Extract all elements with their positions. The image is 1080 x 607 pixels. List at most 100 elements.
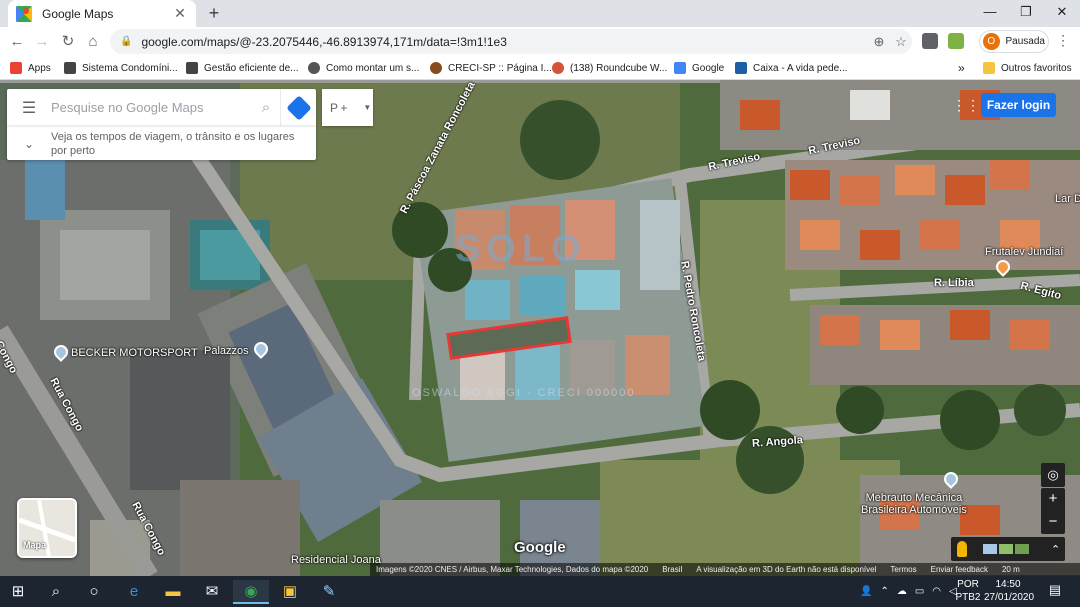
- poi-frutalev[interactable]: Frutalev Jundiaí: [985, 246, 1063, 258]
- bookmark-favicon-icon: [735, 62, 747, 74]
- close-window-button[interactable]: ✕: [1044, 0, 1080, 27]
- bookmark-favicon-icon: [308, 62, 320, 74]
- bookmark-other-folder[interactable]: Outros favoritos: [983, 59, 1072, 77]
- chevron-down-icon[interactable]: ⌄: [7, 137, 51, 151]
- windows-taskbar: ⊞ ⌕ ○ e ▬ ✉ ◉ ▣ ✎ 👤 ⌃ ☁ ▭ ◠ ◁ POR PTB2 1…: [0, 576, 1080, 607]
- country-link[interactable]: Brasil: [662, 565, 682, 574]
- imagery-credits: Imagens ©2020 CNES / Airbus, Maxar Techn…: [376, 565, 649, 574]
- bookmark-caixa[interactable]: Caixa - A vida pede...: [735, 59, 848, 77]
- poi-residencial-joana[interactable]: Residencial Joana: [291, 554, 381, 566]
- new-tab-button[interactable]: +: [204, 3, 224, 23]
- zoom-in-button[interactable]: +: [1041, 488, 1065, 511]
- tab-strip: Google Maps ✕ + — ❐ ✕: [0, 0, 1080, 27]
- tray-printer-icon[interactable]: ▭: [915, 586, 924, 597]
- poi-mebrauto[interactable]: Mebrauto Mecânica Brasileira Automóveis: [861, 492, 967, 516]
- bookmark-sistema[interactable]: Sistema Condomíni...: [64, 59, 178, 77]
- scale-bar[interactable]: 20 m: [1002, 565, 1020, 574]
- edge-icon[interactable]: e: [116, 580, 152, 604]
- tab-google-maps[interactable]: Google Maps ✕: [8, 0, 196, 27]
- extension-edit-icon[interactable]: [948, 33, 964, 49]
- send-feedback-link[interactable]: Enviar feedback: [931, 565, 988, 574]
- input-language[interactable]: POR PTB2: [954, 578, 982, 604]
- paint-icon[interactable]: ✎: [311, 580, 347, 604]
- creci-watermark: OSWALDO AGGI · CRECI 000000: [412, 387, 636, 399]
- url-text[interactable]: google.com/maps/@-23.2075446,-46.8913974…: [141, 35, 868, 49]
- bookmark-favicon-icon: [186, 62, 198, 74]
- sign-in-button[interactable]: Fazer login: [981, 93, 1056, 117]
- imagery-thumbnail-icon[interactable]: [999, 544, 1013, 554]
- google-apps-grid-icon[interactable]: ⋮⋮: [952, 97, 980, 113]
- search-icon[interactable]: ⌕: [252, 99, 280, 116]
- extension-cloud-icon[interactable]: [922, 33, 938, 49]
- network-icon[interactable]: ◠: [932, 586, 941, 597]
- zoom-controls: + −: [1041, 488, 1065, 534]
- bookmark-favicon-icon: [430, 62, 442, 74]
- imagery-thumbnail-icon[interactable]: [1015, 544, 1029, 554]
- bookmark-star-icon[interactable]: ☆: [890, 34, 912, 50]
- attribution-bar: Imagens ©2020 CNES / Airbus, Maxar Techn…: [370, 563, 1080, 576]
- taskbar-clock[interactable]: 14:50 27/01/2020: [984, 578, 1035, 604]
- directions-icon: [285, 94, 312, 121]
- lock-icon: 🔒: [120, 36, 133, 47]
- poi-lar: Lar D: [1055, 193, 1080, 205]
- search-input[interactable]: Pesquise no Google Maps: [51, 100, 252, 115]
- earth-3d-notice: A visualização em 3D do Earth não está d…: [696, 565, 877, 574]
- google-logo: Google: [514, 539, 566, 556]
- travel-times-hint[interactable]: ⌄ Veja os tempos de viagem, o trânsito e…: [7, 126, 316, 160]
- bookmark-gestao[interactable]: Gestão eficiente de...: [186, 59, 299, 77]
- expand-up-icon[interactable]: ⌃: [1051, 543, 1060, 556]
- tab-close-icon[interactable]: ✕: [172, 5, 188, 22]
- poi-palazzos[interactable]: Palazzos: [204, 345, 249, 357]
- chrome-taskbar-icon[interactable]: ◉: [233, 580, 269, 604]
- notification-center-icon[interactable]: ▤: [1046, 582, 1064, 600]
- avatar: O: [983, 33, 1000, 50]
- my-location-icon[interactable]: ◎: [1041, 463, 1065, 487]
- windows-start-icon[interactable]: ⊞: [0, 580, 36, 604]
- profile-button[interactable]: O Pausada: [979, 30, 1049, 53]
- clock-date: 27/01/2020: [984, 592, 1035, 603]
- bookmark-favicon-icon: [552, 62, 564, 74]
- street-view-panel: ⌃: [951, 537, 1065, 561]
- back-arrow-icon[interactable]: ←: [6, 31, 28, 53]
- minimize-button[interactable]: —: [972, 0, 1008, 27]
- mail-icon[interactable]: ✉: [194, 580, 230, 604]
- tray-people-icon[interactable]: 👤: [860, 586, 872, 597]
- tray-cloud-icon[interactable]: ☁: [897, 586, 907, 597]
- home-icon[interactable]: ⌂: [82, 31, 104, 53]
- bookmarks-overflow-icon[interactable]: »: [958, 59, 965, 77]
- store-icon[interactable]: ▣: [272, 580, 308, 604]
- reload-icon[interactable]: ↻: [57, 31, 79, 53]
- search-icon[interactable]: ⌕: [38, 580, 74, 604]
- bookmarks-bar: Apps Sistema Condomíni... Gestão eficien…: [0, 56, 1080, 80]
- bookmark-google[interactable]: Google: [674, 59, 724, 77]
- maximize-button[interactable]: ❐: [1008, 0, 1044, 27]
- category-dropdown-button[interactable]: P​ + ▼: [322, 89, 373, 126]
- bookmark-apps[interactable]: Apps: [10, 59, 51, 77]
- apps-grid-icon: [10, 62, 22, 74]
- browser-toolbar: ← → ↻ ⌂ 🔒 google.com/maps/@-23.2075446,-…: [0, 27, 1080, 56]
- directions-button[interactable]: [280, 89, 316, 126]
- satellite-map[interactable]: SOLO OSWALDO AGGI · CRECI 000000 R. Trev…: [0, 80, 1080, 576]
- system-tray: 👤 ⌃ ☁ ▭ ◠ ◁: [860, 576, 957, 607]
- hamburger-menu-icon[interactable]: ☰: [7, 98, 51, 118]
- google-g-icon: [674, 62, 686, 74]
- cortana-icon[interactable]: ○: [76, 580, 112, 604]
- add-icon[interactable]: ⊕: [868, 34, 890, 50]
- terms-link[interactable]: Termos: [890, 565, 916, 574]
- google-maps-favicon-icon: [16, 5, 32, 22]
- bookmark-como-montar[interactable]: Como montar um s...: [308, 59, 419, 77]
- imagery-thumbnail-icon[interactable]: [983, 544, 997, 554]
- zoom-out-button[interactable]: −: [1041, 511, 1065, 534]
- map-type-toggle[interactable]: Mapa: [17, 498, 77, 558]
- bookmark-roundcube[interactable]: (138) Roundcube W...: [552, 59, 667, 77]
- caret-down-icon: ▼: [363, 103, 372, 112]
- poi-becker-motorsport[interactable]: BECKER MOTORSPORT: [71, 347, 198, 359]
- tray-chevron-icon[interactable]: ⌃: [880, 586, 888, 597]
- bookmark-creci[interactable]: CRECI-SP :: Página I...: [430, 59, 552, 77]
- chrome-menu-icon[interactable]: ⋮: [1054, 32, 1072, 49]
- address-bar[interactable]: 🔒 google.com/maps/@-23.2075446,-46.89139…: [110, 29, 912, 54]
- pegman-icon[interactable]: [957, 541, 967, 557]
- file-explorer-icon[interactable]: ▬: [155, 580, 191, 604]
- forward-arrow-icon[interactable]: →: [31, 31, 53, 53]
- tab-title: Google Maps: [42, 6, 114, 21]
